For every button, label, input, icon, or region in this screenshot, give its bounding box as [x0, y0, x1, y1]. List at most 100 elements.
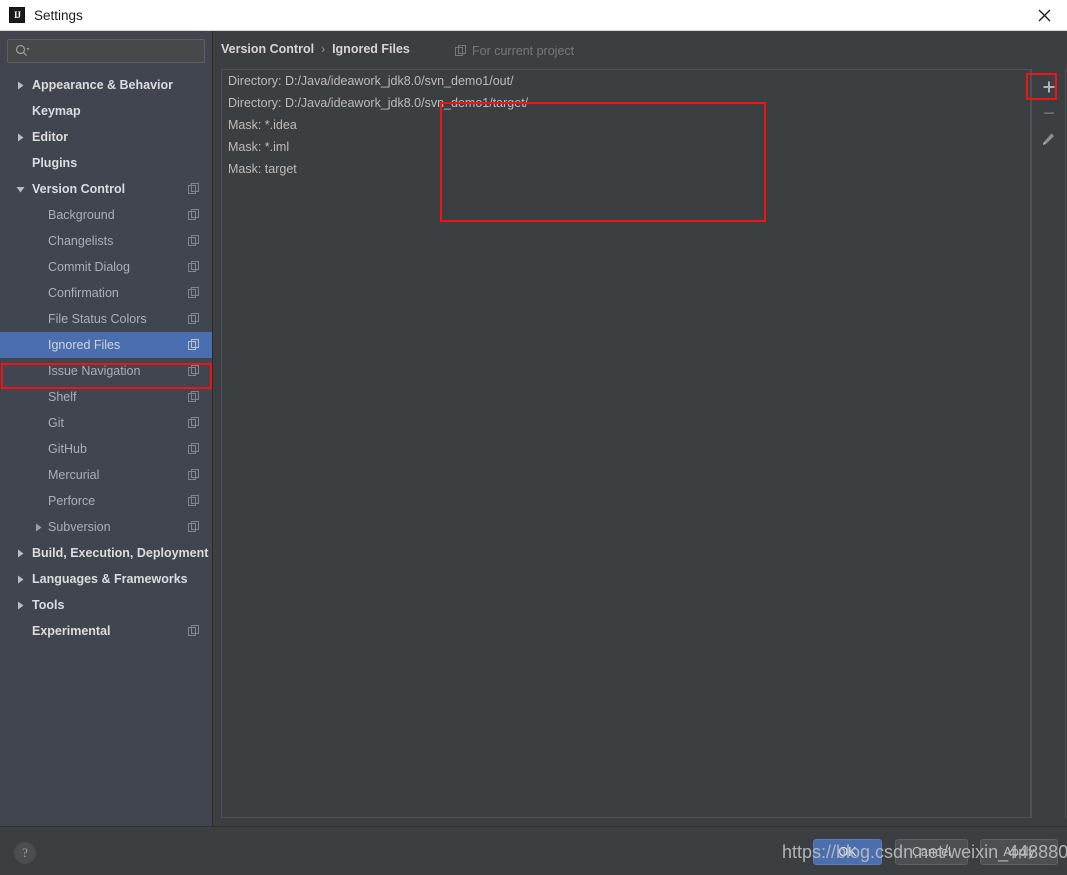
sidebar-item-label: Confirmation: [48, 286, 119, 300]
plus-icon: [1043, 81, 1054, 93]
help-button[interactable]: ?: [14, 842, 36, 864]
list-item-label: Mask: *.iml: [228, 140, 290, 154]
chevron-right-icon[interactable]: [32, 521, 44, 533]
edit-button[interactable]: [1034, 126, 1064, 152]
sidebar-item-subversion[interactable]: Subversion: [0, 514, 212, 540]
search-icon: [15, 44, 30, 57]
sidebar-item-perforce[interactable]: Perforce: [0, 488, 212, 514]
sidebar-item-confirmation[interactable]: Confirmation: [0, 280, 212, 306]
close-icon[interactable]: [1021, 0, 1067, 30]
project-scope-icon: [188, 625, 200, 637]
sidebar-item-label: Subversion: [48, 520, 111, 534]
scope-note-label: For current project: [472, 44, 575, 58]
sidebar-item-issue-navigation[interactable]: Issue Navigation: [0, 358, 212, 384]
breadcrumb-parent[interactable]: Version Control: [221, 42, 314, 56]
minus-icon: [1043, 112, 1054, 114]
sidebar-item-label: Plugins: [32, 156, 78, 170]
sidebar-item-mercurial[interactable]: Mercurial: [0, 462, 212, 488]
search-input[interactable]: [34, 44, 184, 58]
sidebar-item-label: Keymap: [32, 104, 81, 118]
breadcrumb-current: Ignored Files: [332, 42, 410, 56]
project-scope-icon: [188, 469, 200, 481]
scope-note: For current project: [455, 44, 574, 58]
project-scope-icon: [188, 339, 200, 351]
sidebar-item-keymap[interactable]: Keymap: [0, 98, 212, 124]
list-item[interactable]: Mask: *.iml: [222, 136, 1030, 158]
sidebar-item-label: Changelists: [48, 234, 114, 248]
project-scope-icon: [188, 209, 200, 221]
sidebar-item-label: Ignored Files: [48, 338, 121, 352]
list-item[interactable]: Mask: target: [222, 158, 1030, 180]
sidebar-item-label: Experimental: [32, 624, 111, 638]
sidebar-item-plugins[interactable]: Plugins: [0, 150, 212, 176]
sidebar-item-label: Git: [48, 416, 64, 430]
sidebar-item-label: Background: [48, 208, 115, 222]
ignored-files-list[interactable]: Directory: D:/Java/ideawork_jdk8.0/svn_d…: [221, 69, 1031, 818]
sidebar-item-github[interactable]: GitHub: [0, 436, 212, 462]
search-box[interactable]: [7, 39, 205, 63]
sidebar-item-languages-frameworks[interactable]: Languages & Frameworks: [0, 566, 212, 592]
chevron-right-icon[interactable]: [14, 547, 26, 559]
chevron-right-icon[interactable]: [14, 79, 26, 91]
settings-dialog: IJ Settings Appearance & Behavior Keymap E…: [0, 0, 1067, 875]
close-x-glyph: [1038, 9, 1050, 21]
sidebar-item-editor[interactable]: Editor: [0, 124, 212, 150]
breadcrumb: Version Control › Ignored Files: [221, 42, 410, 56]
sidebar-item-ignored-files[interactable]: Ignored Files: [0, 332, 212, 358]
sidebar-item-file-status-colors[interactable]: File Status Colors: [0, 306, 212, 332]
project-scope-icon: [188, 443, 200, 455]
chevron-right-icon[interactable]: [14, 599, 26, 611]
sidebar-item-build-execution-deployment[interactable]: Build, Execution, Deployment: [0, 540, 212, 566]
sidebar-item-background[interactable]: Background: [0, 202, 212, 228]
sidebar-item-label: Mercurial: [48, 468, 100, 482]
list-item-label: Mask: *.idea: [228, 118, 297, 132]
remove-button[interactable]: [1034, 100, 1064, 126]
project-scope-icon: [188, 235, 200, 247]
content-pane: Version Control › Ignored Files For curr…: [213, 31, 1067, 826]
list-toolbar: [1031, 69, 1066, 818]
sidebar-item-experimental[interactable]: Experimental: [0, 618, 212, 644]
chevron-right-icon[interactable]: [14, 573, 26, 585]
sidebar-item-label: Appearance & Behavior: [32, 78, 174, 92]
apply-button[interactable]: Apply: [980, 839, 1058, 865]
project-scope-icon: [455, 45, 466, 56]
sidebar-item-shelf[interactable]: Shelf: [0, 384, 212, 410]
project-scope-icon: [188, 365, 200, 377]
chevron-down-icon[interactable]: [14, 183, 26, 195]
sidebar-item-label: GitHub: [48, 442, 87, 456]
cancel-button[interactable]: Cancel: [895, 839, 968, 865]
chevron-right-icon[interactable]: [14, 131, 26, 143]
sidebar-item-appearance-behavior[interactable]: Appearance & Behavior: [0, 72, 212, 98]
list-item[interactable]: Mask: *.idea: [222, 114, 1030, 136]
sidebar-item-tools[interactable]: Tools: [0, 592, 212, 618]
sidebar-item-label: Version Control: [32, 182, 126, 196]
window-titlebar: IJ Settings: [0, 0, 1067, 31]
project-scope-icon: [188, 495, 200, 507]
sidebar-item-label: Perforce: [48, 494, 96, 508]
list-item-label: Mask: target: [228, 162, 297, 176]
sidebar-item-changelists[interactable]: Changelists: [0, 228, 212, 254]
intellij-logo-icon: IJ: [9, 7, 25, 23]
sidebar-item-label: Commit Dialog: [48, 260, 130, 274]
list-item-label: Directory: D:/Java/ideawork_jdk8.0/svn_d…: [228, 74, 514, 88]
list-item[interactable]: Directory: D:/Java/ideawork_jdk8.0/svn_d…: [222, 92, 1030, 114]
sidebar-item-label: Issue Navigation: [48, 364, 141, 378]
project-scope-icon: [188, 183, 200, 195]
project-scope-icon: [188, 261, 200, 273]
pencil-icon: [1043, 133, 1054, 145]
project-scope-icon: [188, 417, 200, 429]
sidebar-item-label: Build, Execution, Deployment: [32, 546, 209, 560]
sidebar-item-label: Languages & Frameworks: [32, 572, 188, 586]
sidebar-item-commit-dialog[interactable]: Commit Dialog: [0, 254, 212, 280]
sidebar-item-git[interactable]: Git: [0, 410, 212, 436]
sidebar-item-label: Editor: [32, 130, 69, 144]
sidebar-item-label: File Status Colors: [48, 312, 147, 326]
project-scope-icon: [188, 313, 200, 325]
ok-button[interactable]: OK: [813, 839, 882, 865]
search-container: [0, 31, 212, 63]
project-scope-icon: [188, 287, 200, 299]
sidebar-item-version-control[interactable]: Version Control: [0, 176, 212, 202]
list-item[interactable]: Directory: D:/Java/ideawork_jdk8.0/svn_d…: [222, 70, 1030, 92]
add-button[interactable]: [1034, 74, 1064, 100]
window-title: Settings: [34, 7, 83, 23]
